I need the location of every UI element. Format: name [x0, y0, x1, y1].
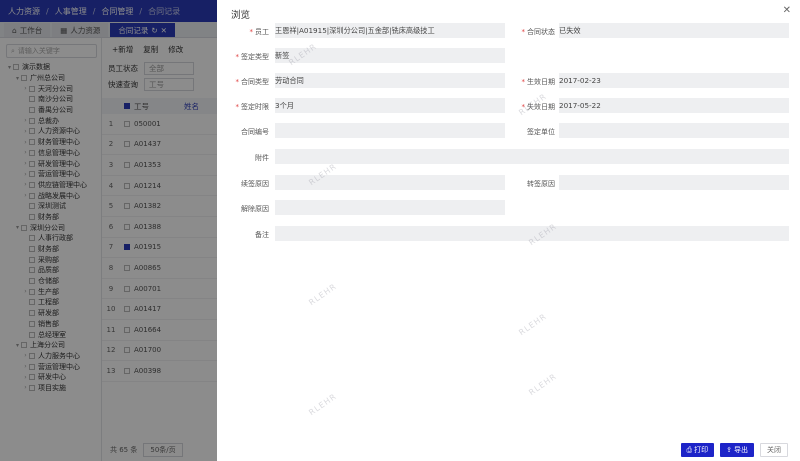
label-text: 生效日期 [527, 78, 555, 86]
required-mark: * [235, 78, 240, 86]
attachment-field[interactable] [275, 149, 789, 164]
contract-type-label: * 合同类型 [227, 77, 270, 87]
employee-field[interactable]: 王恩祥|A01915|深圳分公司|五金部|铣床高级技工 [275, 23, 505, 38]
required-mark: * [521, 103, 526, 111]
remark-label: 备注 [255, 231, 269, 239]
contract-status-label: * 合同状态 [507, 27, 556, 37]
employee-label: * 员工 [227, 27, 270, 37]
label-text: 签定时限 [241, 103, 269, 111]
watermark: RLEHR [307, 391, 339, 418]
label-text: 合同状态 [527, 28, 555, 36]
label-text: 合同类型 [241, 78, 269, 86]
sign-type-label: * 签定类型 [227, 52, 270, 62]
remark-field[interactable] [275, 226, 789, 241]
required-mark: * [521, 28, 526, 36]
expiry-date-field[interactable]: 2017-05-22 [559, 98, 789, 113]
label-text: 失效日期 [527, 103, 555, 111]
terminate-reason-field[interactable] [275, 200, 505, 215]
contract-no-field[interactable] [275, 123, 505, 138]
attachment-label: 附件 [255, 154, 269, 162]
watermark: RLEHR [517, 311, 549, 338]
renew-reason-field[interactable] [275, 175, 505, 190]
button-label: 导出 [734, 446, 748, 454]
print-button[interactable]: ⎙ 打印 [680, 443, 715, 457]
close-icon[interactable]: ✕ [783, 5, 791, 16]
sign-period-label: * 签定时限 [227, 102, 270, 112]
watermark: RLEHR [527, 371, 559, 398]
expiry-date-label: * 失效日期 [507, 102, 556, 112]
sign-unit-field[interactable] [559, 123, 789, 138]
drawer-title: 浏览 [231, 10, 251, 21]
watermark: RLEHR [307, 281, 339, 308]
sign-type-field[interactable]: 新签 [275, 48, 505, 63]
export-button[interactable]: ⇪ 导出 [720, 443, 754, 457]
close-button[interactable]: 关闭 [760, 443, 788, 457]
sign-unit-label: 签定单位 [527, 128, 555, 136]
renew-reason-label: 续签原因 [241, 180, 269, 188]
required-mark: * [235, 53, 240, 61]
required-mark: * [249, 28, 254, 36]
print-icon: ⎙ [686, 445, 693, 454]
label-text: 员工 [255, 28, 269, 36]
contract-no-label: 合同编号 [241, 128, 269, 136]
terminate-reason-label: 解除原因 [241, 205, 269, 213]
required-mark: * [235, 103, 240, 111]
drawer-buttons: ⎙ 打印 ⇪ 导出 关闭 [680, 443, 788, 457]
effective-date-label: * 生效日期 [507, 77, 556, 87]
contract-status-field[interactable]: 已失效 [559, 23, 789, 38]
button-label: 打印 [694, 446, 709, 454]
label-text: 签定类型 [241, 53, 269, 61]
contract-type-field[interactable]: 劳动合同 [275, 73, 505, 88]
effective-date-field[interactable]: 2017-02-23 [559, 73, 789, 88]
transfer-reason-label: 转签原因 [527, 180, 555, 188]
export-icon: ⇪ [726, 446, 732, 454]
required-mark: * [521, 78, 526, 86]
transfer-reason-field[interactable] [559, 175, 789, 190]
sign-period-field[interactable]: 3个月 [275, 98, 505, 113]
view-drawer: 浏览 ✕ * 员工 王恩祥|A01915|深圳分公司|五金部|铣床高级技工 * 合同… [217, 0, 800, 461]
